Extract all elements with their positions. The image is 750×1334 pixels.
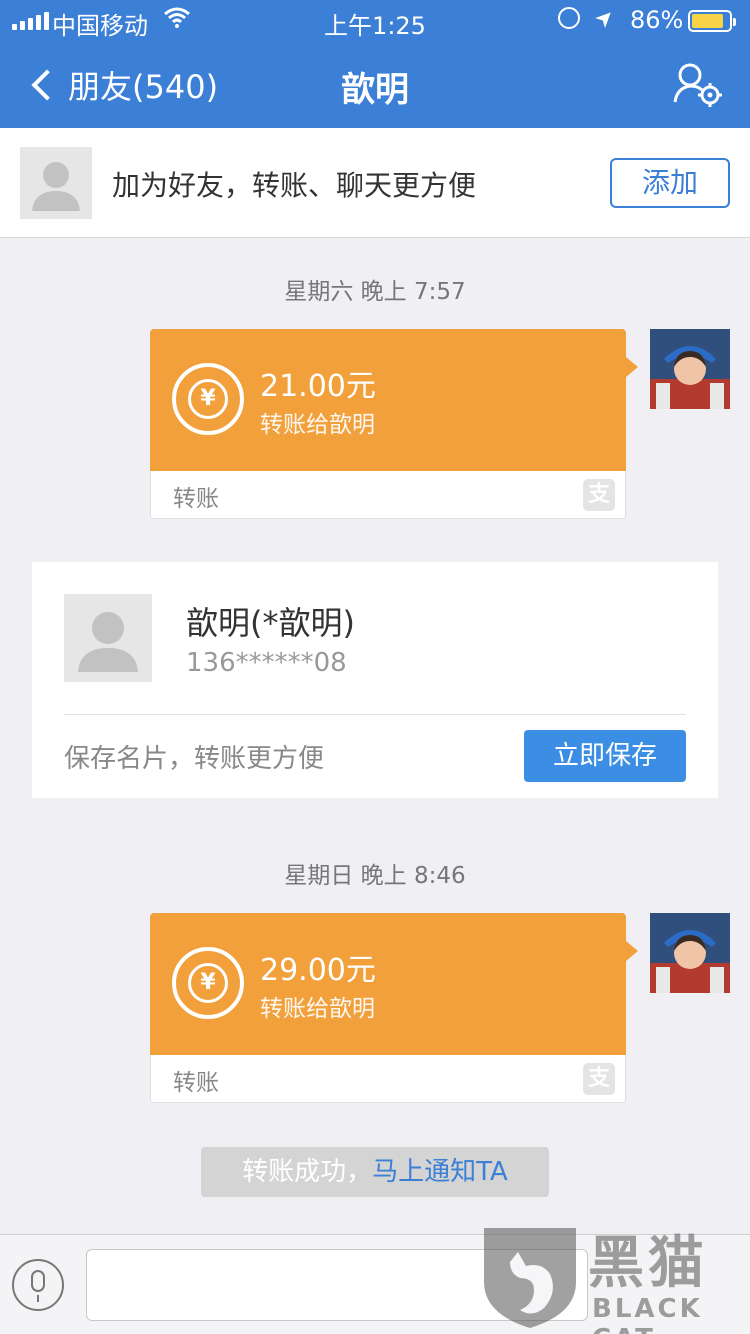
contact-card: 歆明(*歆明) 136******08 保存名片，转账更方便 立即保存 [32,562,718,798]
transfer-card-body: ¥ 21.00元 转账给歆明 [150,329,638,471]
transfer-card-footer: 转账 支 [150,471,626,519]
transfer-amount: 29.00元 [260,953,376,988]
nav-bar: 朋友(540) 歆明 [0,40,750,128]
transfer-card-body: ¥ 29.00元 转账给歆明 [150,913,638,1055]
alipay-icon: 支 [583,1063,615,1095]
contact-name: 歆明(*歆明) [186,604,355,642]
battery-icon [688,10,736,32]
contact-phone: 136******08 [186,648,347,678]
transfer-card-footer: 转账 支 [150,1055,626,1103]
battery-percent: 86% [630,6,684,34]
notify-link[interactable]: 马上通知TA [372,1157,508,1187]
default-avatar-icon [20,147,92,219]
alipay-icon: 支 [583,479,615,511]
add-friend-message: 加为好友，转账、聊天更方便 [112,169,477,202]
notice-text: 转账成功， [242,1157,373,1187]
add-friend-button[interactable]: 添加 [610,158,730,208]
yuan-transfer-icon: ¥ [172,947,244,1019]
transfer-subtitle: 转账给歆明 [260,996,375,1022]
transfer-label: 转账 [173,486,219,512]
orientation-lock-icon [558,7,580,29]
add-friend-bar: 加为好友，转账、聊天更方便 添加 [0,128,750,238]
transfer-subtitle: 转账给歆明 [260,412,375,438]
message-timestamp: 星期日 晚上 8:46 [284,863,466,889]
watermark-en: BLACK CAT [592,1294,703,1334]
divider [64,714,686,715]
transfer-card[interactable]: ¥ 29.00元 转账给歆明 转账 支 [150,913,638,1103]
watermark-cn: 黑猫 [588,1231,708,1296]
profile-settings-icon[interactable] [672,62,724,108]
avatar[interactable] [650,329,730,409]
transfer-card[interactable]: ¥ 21.00元 转账给歆明 转账 支 [150,329,638,519]
transfer-label: 转账 [173,1070,219,1096]
status-bar: 中国移动 上午1:25 ➤ 86% [0,0,750,40]
page-title: 歆明 [341,70,409,110]
default-avatar-icon [64,594,152,682]
transfer-success-notice: 转账成功，马上通知TA [201,1147,549,1197]
transfer-amount: 21.00元 [260,369,376,404]
yuan-transfer-icon: ¥ [172,363,244,435]
top-bar: 中国移动 上午1:25 ➤ 86% 朋友(540) 歆明 [0,0,750,128]
cat-shield-logo [484,1228,576,1328]
black-cat-watermark: 黑猫 BLACK CAT [480,1218,750,1334]
message-timestamp: 星期六 晚上 7:57 [284,279,466,305]
avatar[interactable] [650,913,730,993]
save-contact-hint: 保存名片，转账更方便 [64,744,325,774]
microphone-icon[interactable] [12,1259,64,1311]
save-contact-button[interactable]: 立即保存 [524,730,686,782]
